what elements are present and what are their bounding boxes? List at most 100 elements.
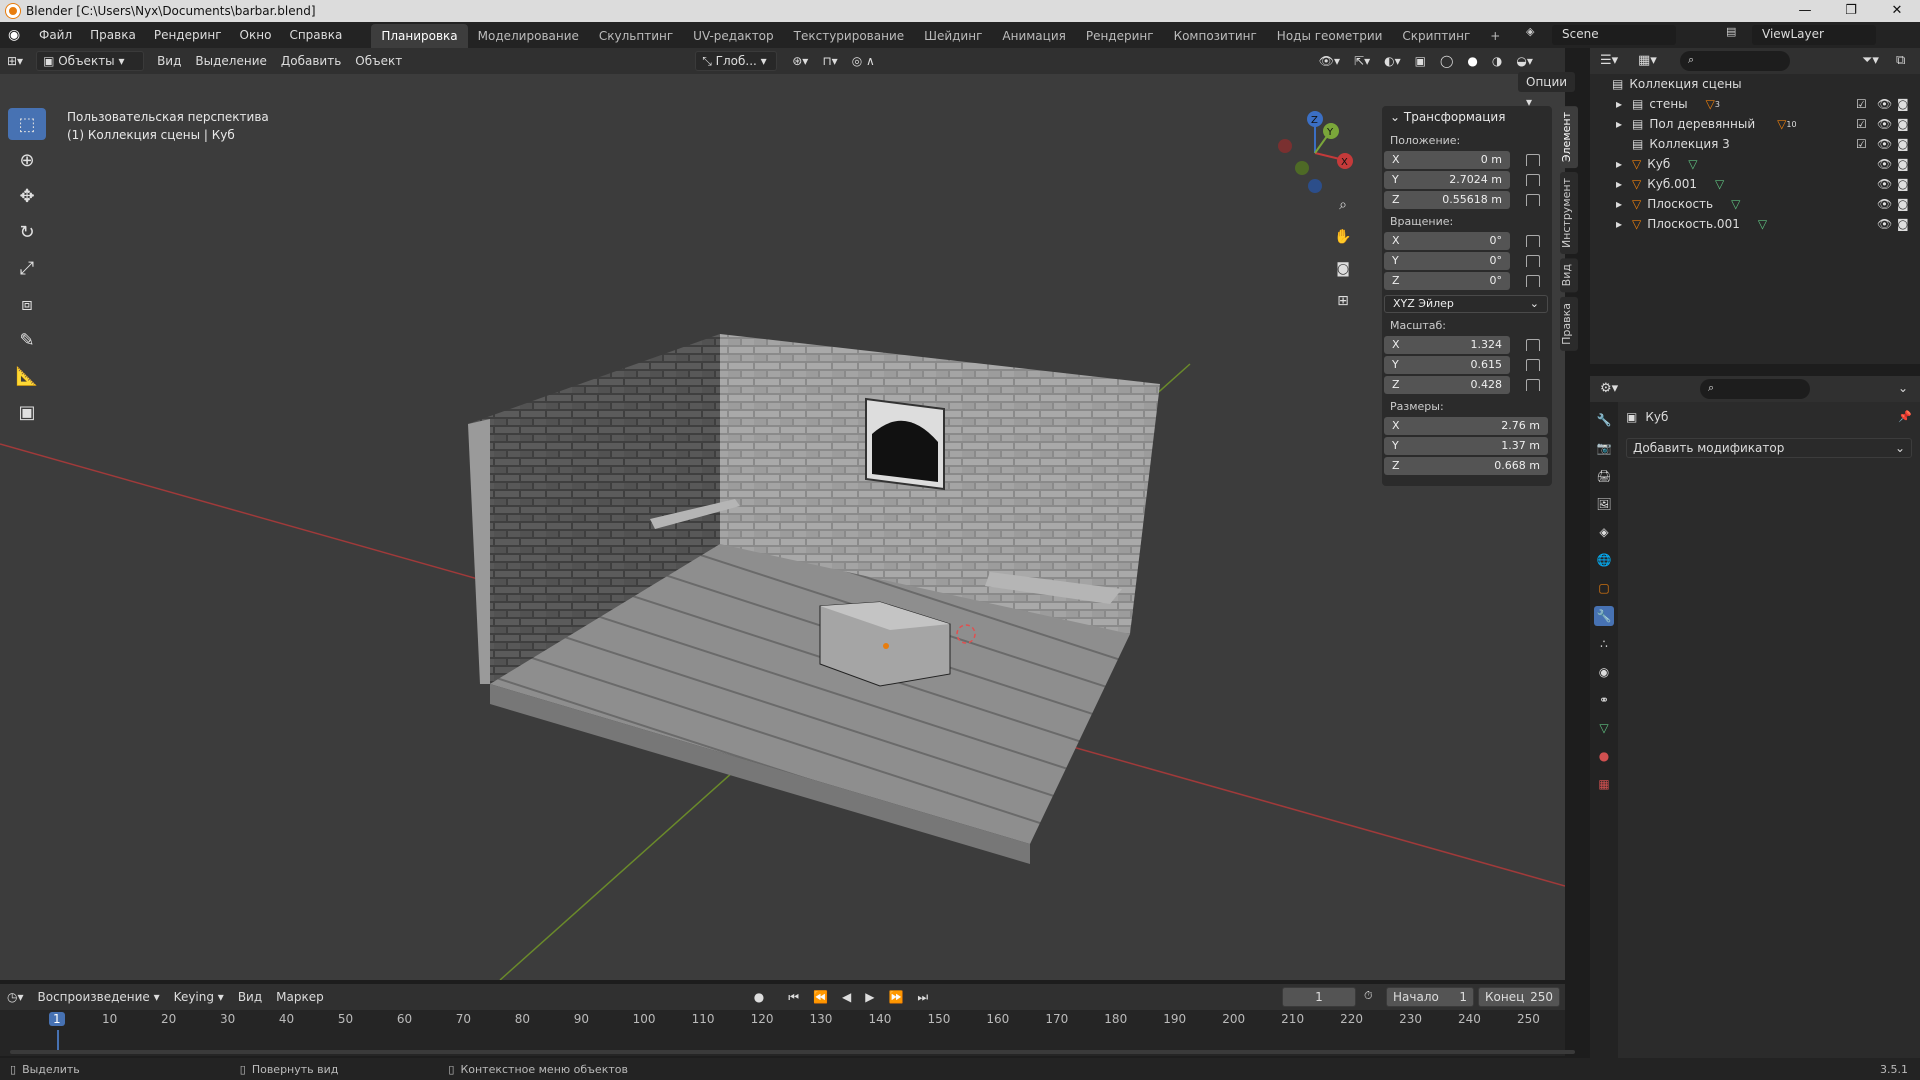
exclude-checkbox[interactable]: ☑ bbox=[1856, 117, 1867, 131]
material-properties-icon[interactable]: ● bbox=[1594, 746, 1614, 766]
output-properties-icon[interactable]: 🖨 bbox=[1594, 466, 1614, 486]
xray-icon[interactable]: ▣ bbox=[1408, 54, 1433, 68]
menu-view-timeline[interactable]: Вид bbox=[231, 990, 269, 1004]
rotation-y-field[interactable]: Y 0° bbox=[1384, 251, 1510, 270]
constraint-properties-icon[interactable]: ⚭ bbox=[1594, 690, 1614, 710]
scene-selector[interactable]: Scene bbox=[1552, 25, 1676, 45]
dimensions-y-field[interactable]: Y 1.37 m bbox=[1384, 436, 1548, 455]
menu-file[interactable]: Файл bbox=[30, 22, 81, 48]
menu-help[interactable]: Справка bbox=[280, 22, 351, 48]
world-properties-icon[interactable]: 🌐 bbox=[1594, 550, 1614, 570]
tab-view[interactable]: Вид bbox=[1560, 258, 1578, 293]
menu-window[interactable]: Окно bbox=[231, 22, 281, 48]
end-frame-field[interactable]: Конец 250 bbox=[1478, 987, 1560, 1007]
wireframe-shading-icon[interactable]: ◯ bbox=[1433, 54, 1460, 68]
material-shading-icon[interactable]: ◑ bbox=[1485, 54, 1509, 68]
play-reverse-icon[interactable]: ◀ bbox=[835, 990, 858, 1004]
physics-properties-icon[interactable]: ◉ bbox=[1594, 662, 1614, 682]
outliner-row[interactable]: ▤ Коллекция 3 ☑ 👁 ◙ bbox=[1590, 134, 1920, 154]
new-collection-icon[interactable]: ⧉ bbox=[1896, 53, 1905, 68]
menu-edit[interactable]: Правка bbox=[81, 22, 145, 48]
view-layer-icon[interactable]: ▤ bbox=[1726, 25, 1746, 38]
expand-arrow-icon[interactable]: ▸ bbox=[1616, 177, 1632, 191]
expand-arrow-icon[interactable]: ▸ bbox=[1616, 117, 1632, 131]
jump-start-icon[interactable]: ⏮ bbox=[781, 990, 806, 1005]
display-mode-icon[interactable]: ▦▾ bbox=[1638, 53, 1657, 68]
rotation-mode-dropdown[interactable]: XYZ Эйлер ⌄ bbox=[1384, 294, 1548, 313]
view-layer-selector[interactable]: ViewLayer bbox=[1752, 25, 1876, 45]
location-x-field[interactable]: X0 m bbox=[1384, 150, 1510, 169]
snap-icon[interactable]: ⊓▾ bbox=[815, 54, 844, 68]
expand-arrow-icon[interactable]: ▸ bbox=[1616, 157, 1632, 171]
camera-icon[interactable]: ◙ bbox=[1897, 137, 1909, 151]
eye-icon[interactable]: 👁 bbox=[1877, 137, 1892, 151]
tab-shading[interactable]: Шейдинг bbox=[914, 24, 992, 48]
eye-icon[interactable]: 👁 bbox=[1877, 157, 1892, 171]
lock-icon[interactable] bbox=[1526, 274, 1540, 287]
scene-properties-icon[interactable]: ◈ bbox=[1594, 522, 1614, 542]
scale-y-field[interactable]: Y 0.615 bbox=[1384, 355, 1510, 374]
menu-playback[interactable]: Воспроизведение ▾ bbox=[31, 990, 167, 1004]
editor-type-icon[interactable]: ⊞▾ bbox=[0, 54, 30, 68]
scale-z-field[interactable]: Z 0.428 bbox=[1384, 375, 1510, 394]
view-layer-properties-icon[interactable]: 🖼 bbox=[1594, 494, 1614, 514]
tab-edit[interactable]: Правка bbox=[1560, 296, 1578, 351]
navigation-gizmo[interactable]: Z X Y bbox=[1270, 108, 1360, 198]
select-box-tool-icon[interactable]: ⬚ bbox=[8, 108, 46, 140]
properties-options-icon[interactable]: ⌄ bbox=[1898, 381, 1908, 395]
add-workspace-button[interactable]: + bbox=[1480, 24, 1510, 48]
location-z-field[interactable]: Z 0.55618 m bbox=[1384, 190, 1510, 209]
blender-menu-icon[interactable]: ◉ bbox=[8, 27, 30, 43]
rotation-z-field[interactable]: Z 0° bbox=[1384, 271, 1510, 290]
scene-collection-row[interactable]: ▤ Коллекция сцены bbox=[1590, 74, 1920, 94]
menu-view[interactable]: Вид bbox=[150, 54, 188, 68]
transform-section-header[interactable]: ⌄ Трансформация bbox=[1382, 106, 1552, 128]
outliner-search-input[interactable]: ⌕ bbox=[1680, 51, 1790, 71]
rotate-tool-icon[interactable]: ↻ bbox=[8, 216, 46, 248]
object-properties-icon[interactable]: ▢ bbox=[1594, 578, 1614, 598]
tab-tool[interactable]: Инструмент bbox=[1560, 172, 1578, 255]
exclude-checkbox[interactable]: ☑ bbox=[1856, 137, 1867, 151]
scene-icon[interactable]: ◈ bbox=[1526, 25, 1546, 38]
maximize-button[interactable]: ❐ bbox=[1828, 0, 1874, 22]
move-tool-icon[interactable]: ✥ bbox=[8, 180, 46, 212]
minimize-button[interactable]: — bbox=[1782, 0, 1828, 22]
camera-icon[interactable]: ◙ bbox=[1897, 177, 1909, 191]
lock-icon[interactable] bbox=[1526, 153, 1540, 166]
expand-arrow-icon[interactable]: ▸ bbox=[1616, 197, 1632, 211]
outliner-row[interactable]: ▸ ▽ Куб.001 ▽ 👁 ◙ bbox=[1590, 174, 1920, 194]
lock-icon[interactable] bbox=[1526, 234, 1540, 247]
scale-tool-icon[interactable]: ⤢ bbox=[8, 252, 46, 284]
start-frame-field[interactable]: Начало 1 bbox=[1386, 987, 1474, 1007]
outliner-row[interactable]: ▸ ▤ стены ▽ 3 ☑ 👁 ◙ bbox=[1590, 94, 1920, 114]
cursor-tool-icon[interactable]: ⊕ bbox=[8, 144, 46, 176]
jump-end-icon[interactable]: ⏭ bbox=[910, 990, 935, 1005]
render-properties-icon[interactable]: 📷 bbox=[1594, 438, 1614, 458]
rendered-shading-icon[interactable]: ◒▾ bbox=[1509, 54, 1540, 68]
lock-icon[interactable] bbox=[1526, 338, 1540, 351]
properties-search-input[interactable]: ⌕ bbox=[1700, 379, 1810, 399]
record-icon[interactable]: ● bbox=[747, 990, 771, 1004]
dimensions-z-field[interactable]: Z 0.668 m bbox=[1384, 456, 1548, 475]
outliner-editor-icon[interactable]: ☰▾ bbox=[1600, 53, 1618, 68]
tool-properties-icon[interactable]: 🔧 bbox=[1594, 410, 1614, 430]
options-button[interactable]: Опции ▾ bbox=[1518, 72, 1576, 109]
timeline[interactable]: 1 10 20 30 40 50 60 70 80 90 100 110 120 130 140 150 160… bbox=[0, 1010, 1575, 1056]
texture-properties-icon[interactable]: ▦ bbox=[1594, 774, 1614, 794]
add-modifier-dropdown[interactable]: Добавить модификатор ⌄ bbox=[1626, 438, 1912, 458]
lock-icon[interactable] bbox=[1526, 193, 1540, 206]
tab-scripting[interactable]: Скриптинг bbox=[1392, 24, 1480, 48]
add-cube-tool-icon[interactable]: ▣ bbox=[8, 396, 46, 428]
menu-add[interactable]: Добавить bbox=[274, 54, 348, 68]
outliner-row[interactable]: ▸ ▽ Плоскость.001 ▽ 👁 ◙ bbox=[1590, 214, 1920, 234]
location-y-field[interactable]: Y 2.7024 m bbox=[1384, 170, 1510, 189]
lock-icon[interactable] bbox=[1526, 378, 1540, 391]
camera-icon[interactable]: ◙ bbox=[1897, 117, 1909, 131]
measure-tool-icon[interactable]: 📐 bbox=[8, 360, 46, 392]
current-frame-field[interactable]: 1 bbox=[1282, 987, 1356, 1007]
scale-x-field[interactable]: X 1.324 bbox=[1384, 335, 1510, 354]
expand-arrow-icon[interactable]: ▸ bbox=[1616, 97, 1632, 111]
camera-icon[interactable]: ◙ bbox=[1897, 197, 1909, 211]
mode-selector[interactable]: ▣ Объекты ▾ bbox=[36, 51, 145, 71]
lock-icon[interactable] bbox=[1526, 254, 1540, 267]
